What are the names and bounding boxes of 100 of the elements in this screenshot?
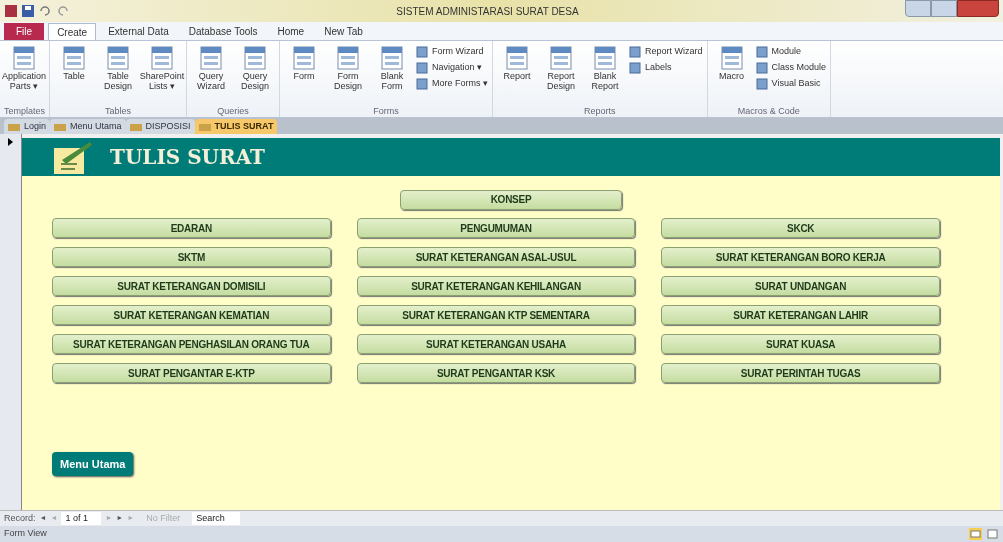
ribbon-icon xyxy=(61,45,88,71)
status-text: Form View xyxy=(4,527,47,541)
letter-type-button[interactable]: PENGUMUMAN xyxy=(356,218,636,238)
ribbon-tab[interactable]: New Tab xyxy=(316,23,371,40)
design-view-icon[interactable] xyxy=(986,528,999,540)
save-icon[interactable] xyxy=(22,5,34,17)
record-selector[interactable] xyxy=(0,134,22,510)
ribbon-group-label: Forms xyxy=(372,105,400,117)
ribbon-small-icon xyxy=(416,78,429,90)
form-icon xyxy=(54,122,67,131)
ribbon-button[interactable]: Table Design xyxy=(98,45,139,105)
document-tab[interactable]: TULIS SURAT xyxy=(194,119,278,134)
ribbon-icon xyxy=(11,45,37,71)
letter-type-button[interactable]: SURAT UNDANGAN xyxy=(661,276,940,296)
ribbon-tab[interactable]: Create xyxy=(48,23,97,40)
ribbon-small-button[interactable]: Labels xyxy=(629,61,703,75)
ribbon-group-label: Reports xyxy=(583,105,617,117)
close-button[interactable] xyxy=(957,0,999,17)
search-field[interactable]: Search xyxy=(192,511,241,526)
ribbon-button[interactable]: Query Wizard xyxy=(191,45,232,105)
current-record-icon xyxy=(8,138,13,146)
file-tab[interactable]: File xyxy=(4,23,45,40)
document-tab[interactable]: Menu Utama xyxy=(50,119,126,134)
ribbon-button[interactable]: Table xyxy=(54,45,95,105)
ribbon-icon xyxy=(105,45,132,71)
ribbon-button[interactable]: Blank Report xyxy=(585,45,626,105)
window-title: SISTEM ADMINISTARASI SURAT DESA xyxy=(396,4,579,19)
menu-utama-button[interactable]: Menu Utama xyxy=(52,452,134,477)
letter-type-button[interactable]: KONSEP xyxy=(400,189,622,210)
letter-type-button[interactable]: SURAT KUASA xyxy=(661,334,940,354)
ribbon-button[interactable]: Macro xyxy=(711,45,752,105)
ribbon-small-button[interactable]: Navigation ▾ xyxy=(416,61,489,75)
ribbon-icon xyxy=(592,45,619,71)
ribbon-small-button[interactable]: Visual Basic xyxy=(755,77,827,91)
ribbon-small-button[interactable]: Report Wizard xyxy=(629,45,703,59)
app-icon xyxy=(4,4,18,18)
undo-icon[interactable] xyxy=(38,5,52,17)
ribbon-small-button[interactable]: Module xyxy=(755,45,827,59)
ribbon-small-icon xyxy=(416,62,429,74)
ribbon-small-icon xyxy=(416,46,429,58)
ribbon-small-icon xyxy=(755,78,768,90)
minimize-button[interactable] xyxy=(905,0,931,17)
ribbon-button[interactable]: Report Design xyxy=(541,45,582,105)
ribbon-icon xyxy=(548,45,575,71)
letter-type-button[interactable]: SURAT KETERANGAN KEHILANGAN xyxy=(356,276,636,296)
ribbon-small-button[interactable]: More Forms ▾ xyxy=(416,77,489,91)
letter-type-button[interactable]: SURAT KETERANGAN USAHA xyxy=(356,334,636,354)
letter-type-button[interactable]: SURAT KETERANGAN ASAL-USUL xyxy=(356,247,636,267)
letter-type-button[interactable]: SURAT KETERANGAN KEMATIAN xyxy=(52,305,331,325)
letter-type-button[interactable]: SURAT KETERANGAN DOMISILI xyxy=(52,276,331,296)
ribbon-group-label: Templates xyxy=(4,105,46,117)
ribbon-icon xyxy=(504,45,531,71)
document-tab[interactable]: DISPOSISI xyxy=(125,119,195,134)
note-pencil-icon xyxy=(52,140,94,174)
ribbon-icon xyxy=(291,45,318,71)
letter-type-button[interactable]: EDARAN xyxy=(52,218,331,238)
ribbon-icon xyxy=(149,45,176,71)
ribbon-group-label: Queries xyxy=(216,105,250,117)
ribbon-button[interactable]: Blank Form xyxy=(372,45,413,105)
ribbon-button[interactable]: Report xyxy=(497,45,538,105)
letter-type-button[interactable]: SKCK xyxy=(661,218,940,238)
ribbon-small-button[interactable]: Form Wizard xyxy=(416,45,489,59)
ribbon-button[interactable]: Query Design xyxy=(235,45,276,105)
ribbon-icon xyxy=(718,45,745,71)
letter-type-button[interactable]: SKTM xyxy=(52,247,331,267)
ribbon-button[interactable]: Application Parts ▾ xyxy=(4,45,44,105)
ribbon-icon xyxy=(198,45,225,71)
document-tab[interactable]: Login xyxy=(4,119,51,134)
ribbon-small-icon xyxy=(755,46,768,58)
letter-type-button[interactable]: SURAT KETERANGAN LAHIR xyxy=(661,305,940,325)
ribbon-tab[interactable]: Database Tools xyxy=(180,23,266,40)
ribbon-tab[interactable]: External Data xyxy=(100,23,177,40)
letter-type-button[interactable]: SURAT KETERANGAN PENGHASILAN ORANG TUA xyxy=(52,334,331,354)
ribbon-small-icon xyxy=(629,62,642,74)
form-icon xyxy=(198,122,211,131)
form-view-icon[interactable] xyxy=(969,528,982,540)
letter-type-button[interactable]: SURAT PENGANTAR KSK xyxy=(356,363,636,383)
record-label: Record: xyxy=(4,511,36,525)
ribbon-small-button[interactable]: Class Module xyxy=(755,61,827,75)
maximize-button[interactable] xyxy=(931,0,957,17)
ribbon-small-icon xyxy=(629,46,642,58)
letter-type-button[interactable]: SURAT KETERANGAN KTP SEMENTARA xyxy=(356,305,636,325)
form-icon xyxy=(129,122,142,131)
form-icon xyxy=(8,122,20,131)
ribbon-icon xyxy=(379,45,406,71)
ribbon-small-icon xyxy=(755,62,768,74)
letter-type-button[interactable]: SURAT PERINTAH TUGAS xyxy=(661,363,940,383)
ribbon-icon xyxy=(335,45,362,71)
ribbon-button[interactable]: Form xyxy=(284,45,325,105)
ribbon-button[interactable]: Form Design xyxy=(328,45,369,105)
letter-type-button[interactable]: SURAT KETERANGAN BORO KERJA xyxy=(661,247,940,267)
letter-type-button[interactable]: SURAT PENGANTAR E-KTP xyxy=(52,363,331,383)
ribbon-icon xyxy=(242,45,269,71)
record-position-field[interactable]: 1 of 1 xyxy=(61,511,102,526)
ribbon-tab[interactable]: Home xyxy=(269,23,313,40)
redo-icon[interactable] xyxy=(56,5,70,17)
ribbon-group-label: Tables xyxy=(104,105,133,117)
ribbon-button[interactable]: SharePoint Lists ▾ xyxy=(142,45,183,105)
form-title: TULIS SURAT xyxy=(110,144,265,171)
ribbon-group-label: Macros & Code xyxy=(736,105,801,117)
